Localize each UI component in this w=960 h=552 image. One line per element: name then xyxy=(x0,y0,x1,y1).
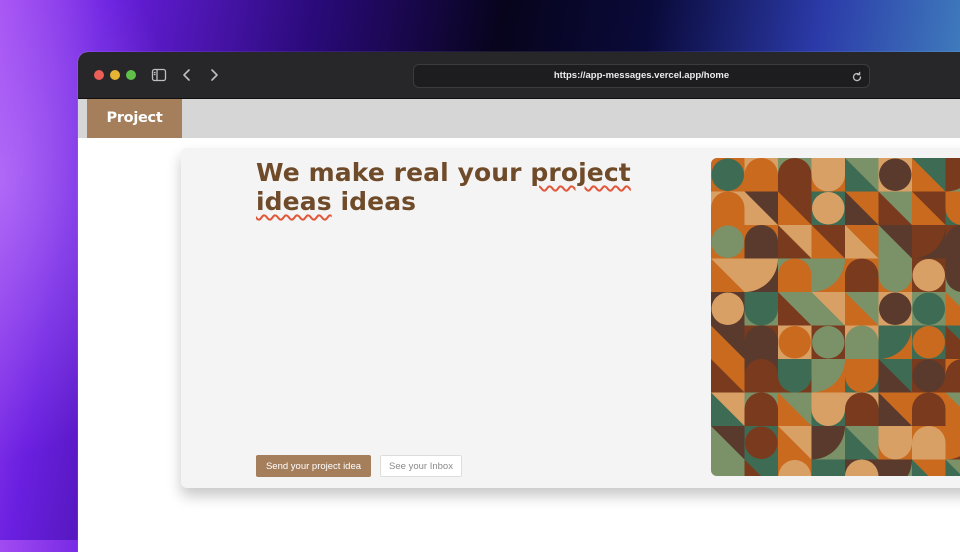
top-navbar: Project Ideas xyxy=(78,99,960,138)
brand-logo[interactable]: Project Ideas xyxy=(87,99,182,138)
minimize-window-button[interactable] xyxy=(110,70,120,80)
see-inbox-button[interactable]: See your Inbox xyxy=(380,455,462,477)
browser-titlebar: https://app-messages.vercel.app/home xyxy=(78,52,960,99)
maximize-window-button[interactable] xyxy=(126,70,136,80)
hero-headline: We make real your project ideas ideas xyxy=(256,158,676,216)
sidebar-toggle-icon[interactable] xyxy=(150,66,168,84)
hero-card: We make real your project ideas ideas Sen… xyxy=(181,148,960,488)
back-arrow-icon[interactable] xyxy=(178,66,196,84)
send-project-idea-button[interactable]: Send your project idea xyxy=(256,455,371,477)
geometric-pattern-image xyxy=(711,158,960,476)
spellcheck-word: project xyxy=(530,158,630,187)
spellcheck-word: ideas xyxy=(256,187,332,216)
forward-arrow-icon[interactable] xyxy=(205,66,223,84)
close-window-button[interactable] xyxy=(94,70,104,80)
browser-window: https://app-messages.vercel.app/home Pro… xyxy=(78,52,960,552)
reload-icon[interactable] xyxy=(851,70,863,82)
headline-text: ideas xyxy=(332,187,416,216)
headline-text: We make real your xyxy=(256,158,530,187)
address-bar[interactable]: https://app-messages.vercel.app/home xyxy=(413,64,870,88)
page-content: Project Ideas We make real your project i… xyxy=(78,99,960,552)
url-text[interactable]: https://app-messages.vercel.app/home xyxy=(414,65,869,87)
